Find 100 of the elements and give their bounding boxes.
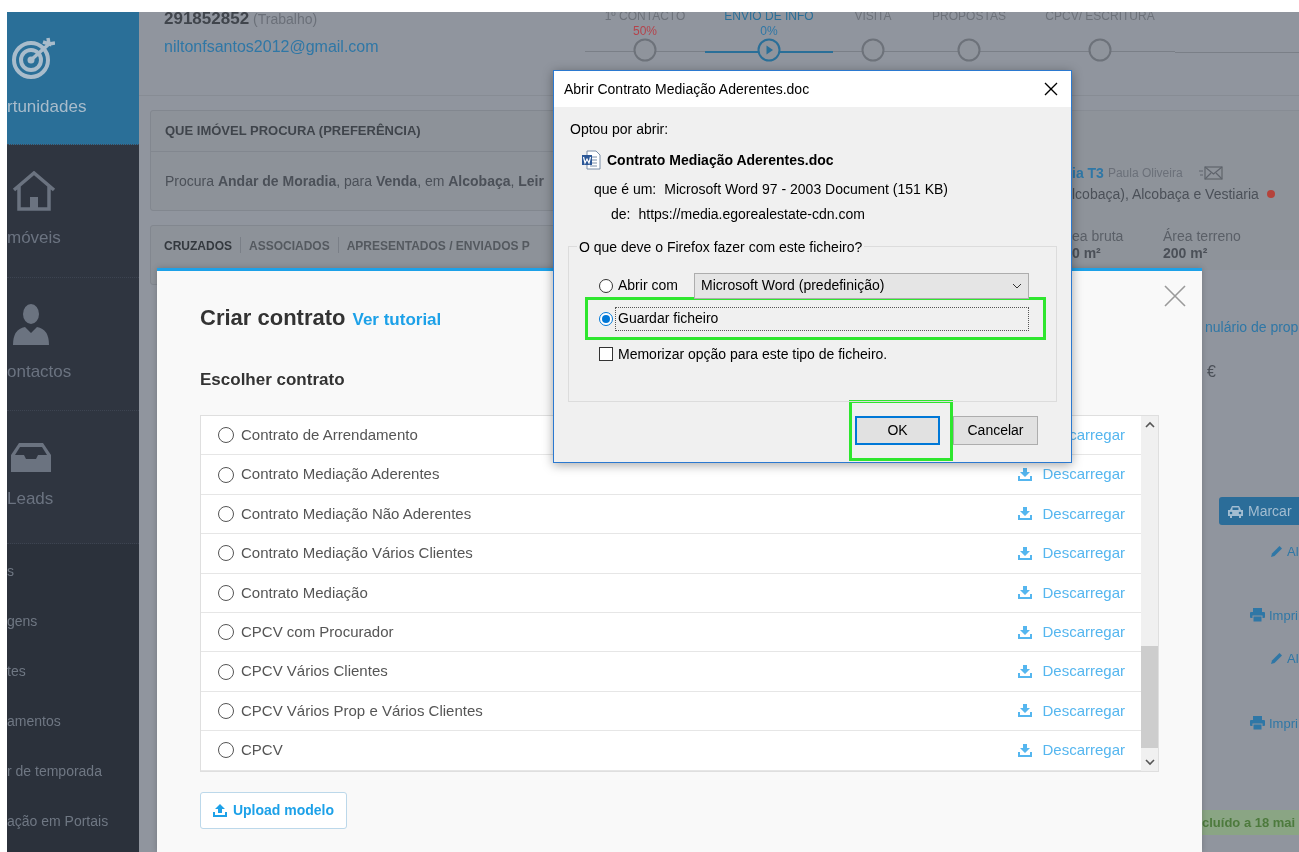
upload-button[interactable]: Upload modelo	[200, 792, 347, 829]
upload-icon	[212, 804, 227, 817]
contract-name[interactable]: CPCV com Procurador	[241, 620, 394, 644]
sidebar-link[interactable]: gens	[7, 610, 139, 660]
section-title: Escolher contrato	[200, 369, 346, 387]
contract-name[interactable]: Contrato Mediação Não Aderentes	[241, 502, 472, 526]
contract-name[interactable]: Contrato Mediação Vários Clientes	[241, 542, 473, 565]
target-icon	[11, 36, 55, 81]
download-icon	[1018, 468, 1033, 482]
tab[interactable]: ASSOCIADOS	[249, 237, 330, 255]
radio-button[interactable]	[218, 702, 234, 719]
checkbox[interactable]	[599, 347, 613, 361]
download-icon	[1018, 625, 1033, 639]
form-link[interactable]: nulário de prop	[1205, 317, 1299, 338]
printer-icon	[1250, 716, 1265, 731]
pencil-icon	[1270, 652, 1283, 666]
tab[interactable]: APRESENTADOS / ENVIADOS P	[346, 237, 530, 255]
step-label[interactable]: ENVIO DE INFO	[724, 12, 814, 24]
dialog-text: Optou por abrir:	[570, 120, 670, 138]
sidebar-link[interactable]: ação em Portais	[7, 810, 139, 852]
close-icon[interactable]	[1044, 82, 1058, 96]
step-marker[interactable]	[633, 38, 657, 62]
download-link[interactable]: carregar	[1069, 423, 1125, 447]
scrollbar-thumb[interactable]	[1141, 646, 1158, 748]
download-link[interactable]: Descarregar	[1018, 542, 1125, 565]
radio-button[interactable]	[218, 505, 234, 522]
tutorial-link[interactable]: Ver tutorial	[352, 307, 442, 333]
radio-button[interactable]	[218, 663, 234, 680]
print-link[interactable]: Impri	[1250, 605, 1298, 625]
tab[interactable]: CRUZADOS	[164, 237, 232, 255]
download-icon	[1018, 704, 1033, 718]
house-icon	[11, 171, 57, 212]
property-title[interactable]: ia T3	[1072, 162, 1104, 184]
contract-name[interactable]: CPCV Vários Clientes	[241, 660, 388, 683]
option-label[interactable]: Guardar ficheiro	[615, 306, 1029, 331]
sidebar-link[interactable]: amentos	[7, 710, 139, 760]
download-link[interactable]: Descarregar	[1018, 660, 1125, 683]
download-link[interactable]: Descarregar	[1018, 581, 1125, 604]
radio-button[interactable]	[218, 466, 234, 483]
scrollbar[interactable]	[1141, 416, 1158, 771]
contract-name[interactable]: Contrato Mediação	[241, 581, 368, 604]
step-current-marker[interactable]	[757, 38, 781, 62]
app-dropdown[interactable]: Microsoft Word (predefinição)	[694, 272, 1029, 299]
edit-link[interactable]: Al	[1270, 542, 1299, 562]
download-icon	[1018, 546, 1033, 560]
option-label[interactable]: Abrir com	[618, 275, 694, 296]
sidebar-item[interactable]: rtunidades	[7, 12, 139, 145]
visit-button[interactable]: Marcar	[1219, 497, 1299, 525]
field-label: que é um:	[594, 179, 657, 199]
word-document-icon	[581, 150, 601, 170]
card-title: QUE IMÓVEL PROCURA (PREFERÊNCIA)	[165, 122, 421, 141]
contract-name[interactable]: Contrato de Arrendamento	[241, 423, 418, 447]
step-percent: 50%	[633, 24, 657, 39]
download-link[interactable]: Descarregar	[1018, 502, 1125, 526]
phone-number: 291852852	[164, 12, 250, 28]
radio-button[interactable]	[599, 278, 613, 293]
step-marker[interactable]	[957, 38, 981, 62]
download-link[interactable]: Descarregar	[1018, 463, 1125, 486]
download-link[interactable]: Descarregar	[1018, 620, 1125, 644]
download-link[interactable]: Descarregar	[1018, 699, 1125, 723]
dialog-button[interactable]: OK	[855, 416, 940, 445]
contract-name[interactable]: CPCV	[241, 739, 283, 762]
step-marker[interactable]	[1088, 38, 1112, 62]
inbox-icon	[11, 442, 51, 473]
status-dot	[1266, 190, 1275, 198]
checkbox-label[interactable]: Memorizar opção para este tipo de ficheiro.	[618, 343, 888, 365]
dialog-title: Abrir Contrato Mediação Aderentes.doc	[564, 79, 810, 99]
radio-button[interactable]	[218, 427, 234, 444]
contract-name[interactable]: Contrato Mediação Aderentes	[241, 463, 440, 486]
download-icon	[1018, 507, 1033, 521]
chevron-down-icon	[1012, 282, 1022, 289]
property-location: lcobaça), Alcobaça e Vestiaria	[1072, 184, 1259, 204]
download-icon	[1018, 743, 1033, 757]
step-marker[interactable]	[861, 38, 885, 62]
step-percent: 0%	[760, 24, 778, 39]
download-icon	[1018, 665, 1033, 679]
dialog-button[interactable]: Cancelar	[953, 416, 1038, 445]
car-icon	[1227, 504, 1244, 518]
file-type: Microsoft Word 97 - 2003 Document (151 KB)	[664, 179, 949, 199]
status-notice: cluído a 18 mai	[1202, 810, 1299, 835]
radio-button[interactable]	[599, 311, 613, 326]
radio-button[interactable]	[218, 742, 234, 759]
person-icon	[11, 303, 51, 346]
radio-button[interactable]	[218, 584, 234, 601]
sidebar-link[interactable]: tes	[7, 660, 139, 710]
radio-button[interactable]	[218, 624, 234, 641]
price-text: €	[1207, 362, 1216, 382]
print-link[interactable]: Impri	[1250, 713, 1298, 733]
download-link[interactable]: Descarregar	[1018, 739, 1125, 762]
download-icon	[1018, 586, 1033, 600]
sidebar-link[interactable]: s	[7, 560, 139, 610]
email-link[interactable]: niltonfsantos2012@gmail.com	[164, 34, 379, 59]
contract-name[interactable]: CPCV Vários Prop e Vários Clientes	[241, 699, 483, 723]
pencil-icon	[1270, 545, 1283, 559]
edit-link[interactable]: Al	[1270, 649, 1299, 669]
file-source: https://media.egorealestate-cdn.com	[638, 204, 865, 224]
radio-button[interactable]	[218, 545, 234, 562]
printer-icon	[1250, 608, 1265, 623]
stat-value: 0 m²	[1072, 245, 1102, 262]
sidebar-link[interactable]: r de temporada	[7, 760, 139, 810]
